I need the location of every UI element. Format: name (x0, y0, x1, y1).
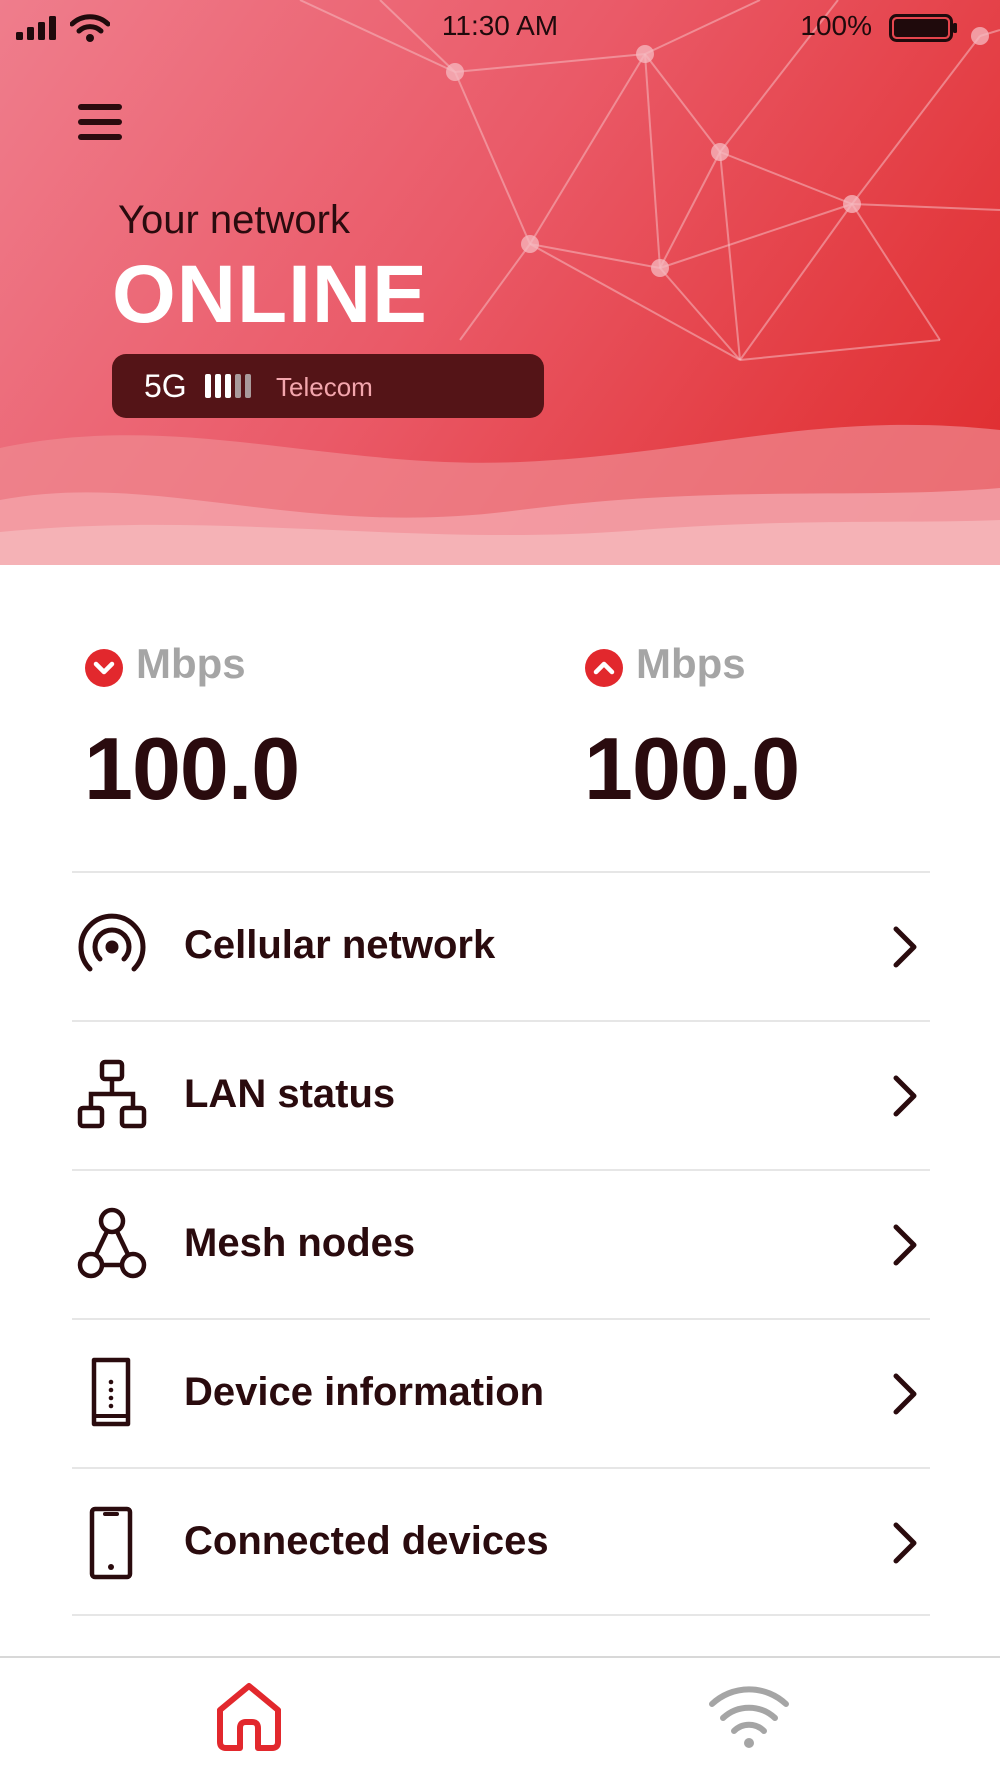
signal-bar-empty (235, 374, 241, 398)
hamburger-menu-icon[interactable] (70, 96, 130, 148)
menu-item-label: Mesh nodes (184, 1221, 416, 1265)
chevron-right-icon (893, 1373, 917, 1415)
menu-item-label: Connected devices (184, 1519, 549, 1563)
chevron-right-icon (893, 1522, 917, 1564)
menu-item-mesh-nodes[interactable]: Mesh nodes (72, 1169, 930, 1318)
menu-item-cellular-network[interactable]: Cellular network (72, 871, 930, 1020)
smartphone-icon (89, 1506, 133, 1580)
cellular-broadcast-icon (78, 913, 146, 972)
tab-wifi[interactable] (704, 1676, 794, 1756)
menu-item-connected-devices[interactable]: Connected devices (72, 1467, 930, 1616)
network-label: Your network (118, 198, 350, 242)
download-arrow-icon (85, 649, 123, 687)
upload-arrow-icon (585, 649, 623, 687)
signal-bar-empty (245, 374, 251, 398)
carrier-name: Telecom (276, 372, 373, 402)
menu-item-lan-status[interactable]: LAN status (72, 1020, 930, 1169)
home-icon (217, 1683, 281, 1751)
bottom-tab-bar (0, 1656, 1000, 1778)
upload-speed: Mbps 100.0 (584, 640, 944, 818)
chevron-right-icon (893, 1224, 917, 1266)
settings-menu-list: Cellular network LAN status Mesh nodes D… (72, 871, 930, 1616)
menu-item-device-information[interactable]: Device information (72, 1318, 930, 1467)
wifi-icon (709, 1686, 789, 1748)
battery-full-icon (889, 14, 957, 42)
chevron-right-icon (893, 1075, 917, 1117)
menu-item-label: Device information (184, 1370, 545, 1414)
chevron-right-icon (893, 926, 917, 968)
download-value: 100.0 (84, 719, 300, 818)
signal-bar-filled (205, 374, 211, 398)
network-status: ONLINE (112, 249, 428, 340)
tab-home[interactable] (204, 1676, 294, 1756)
network-technology: 5G (144, 368, 187, 404)
battery-percentage: 100% (800, 10, 872, 41)
router-device-icon (91, 1357, 131, 1427)
mesh-nodes-icon (77, 1207, 147, 1279)
upload-unit: Mbps (636, 640, 746, 687)
signal-strength-icon (205, 374, 251, 398)
status-bar: 11:30 AM 100% (0, 0, 1000, 56)
menu-item-label: LAN status (184, 1072, 396, 1116)
download-speed: Mbps 100.0 (84, 640, 444, 818)
signal-bar-filled (225, 374, 231, 398)
network-hero-header: 11:30 AM 100% Your network ONLINE 5G Tel… (0, 0, 1000, 565)
upload-value: 100.0 (584, 719, 800, 818)
signal-bar-filled (215, 374, 221, 398)
lan-network-icon (77, 1059, 147, 1129)
menu-item-label: Cellular network (184, 923, 496, 967)
download-unit: Mbps (136, 640, 246, 687)
carrier-info-pill: 5G Telecom (112, 354, 544, 418)
